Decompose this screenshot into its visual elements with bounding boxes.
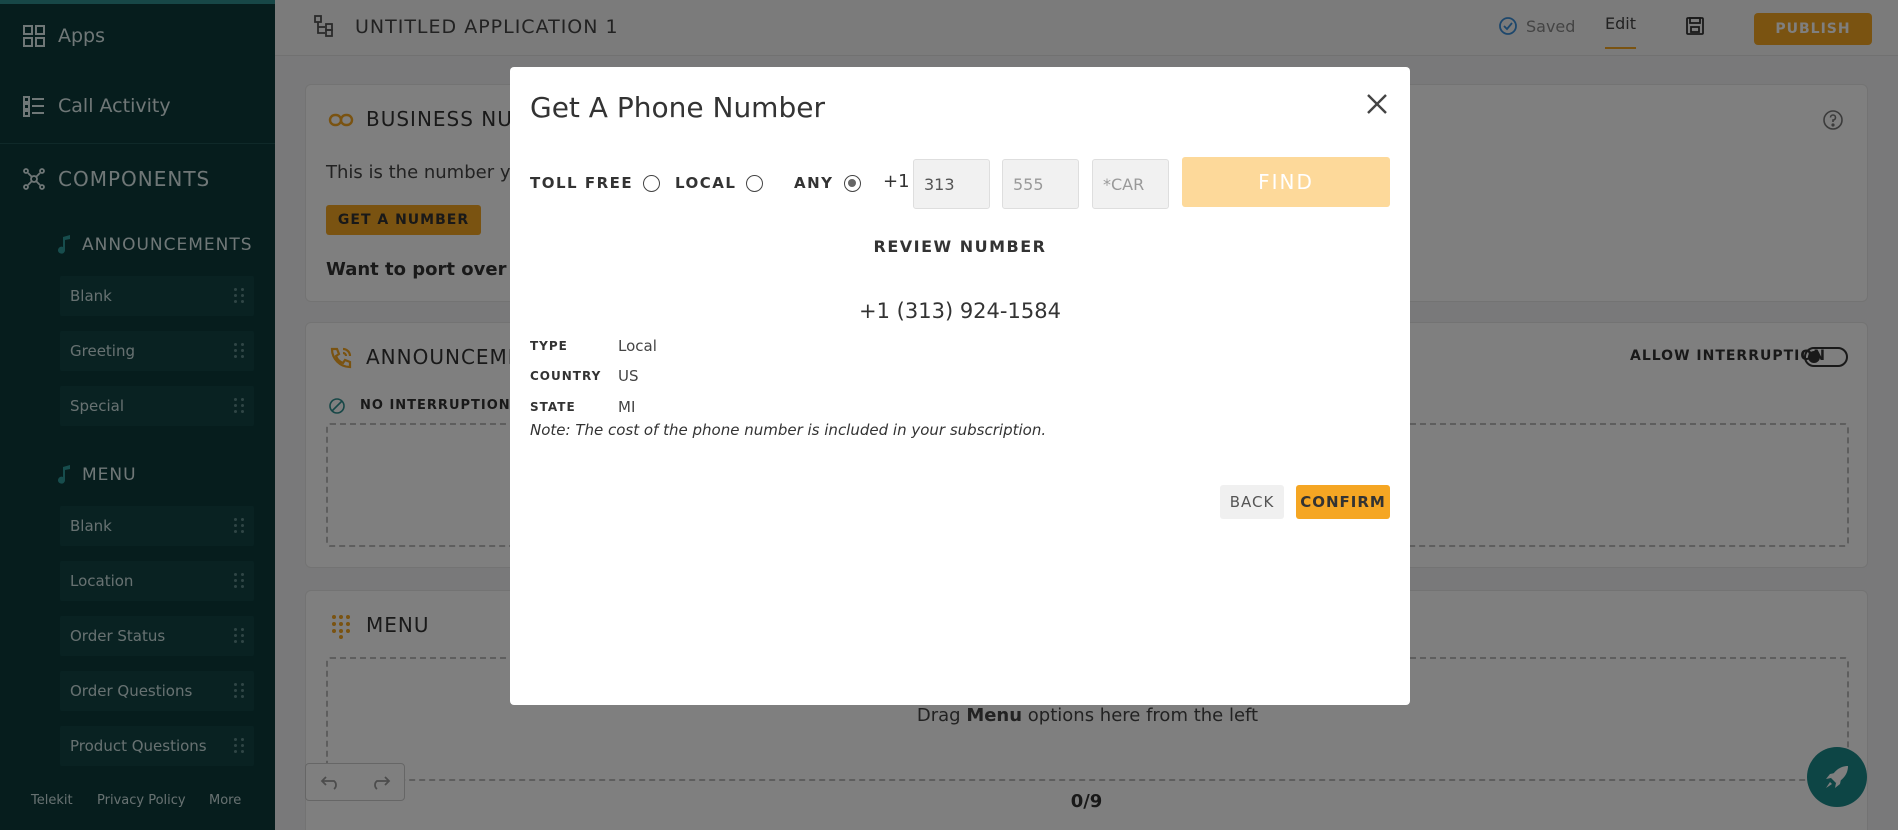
prefix-input[interactable]: 555 <box>1002 159 1079 209</box>
detail-value-type: Local <box>618 337 657 355</box>
radio-toll-free[interactable]: TOLL FREE <box>530 174 661 192</box>
dialog-title: Get A Phone Number <box>530 91 825 124</box>
detail-key-state: STATE <box>530 400 576 414</box>
confirm-button[interactable]: CONFIRM <box>1296 485 1390 519</box>
country-code: +1 <box>883 171 910 192</box>
radio-any[interactable]: ANY <box>794 174 861 192</box>
detail-value-country: US <box>618 367 639 385</box>
selected-phone-number: +1 (313) 924-1584 <box>859 299 1061 323</box>
detail-value-state: MI <box>618 398 636 416</box>
area-code-input[interactable]: 313 <box>913 159 990 209</box>
get-phone-number-dialog: Get A Phone Number TOLL FREE LOCAL ANY +… <box>510 67 1410 705</box>
close-icon[interactable] <box>1362 89 1392 119</box>
detail-key-type: TYPE <box>530 339 568 353</box>
radio-button[interactable] <box>643 174 661 192</box>
radio-button[interactable] <box>746 174 764 192</box>
back-button[interactable]: BACK <box>1220 485 1284 519</box>
subscription-note: Note: The cost of the phone number is in… <box>530 421 1047 439</box>
suffix-input[interactable]: *CAR <box>1092 159 1169 209</box>
find-button[interactable]: FIND <box>1182 157 1390 207</box>
radio-local[interactable]: LOCAL <box>675 174 764 192</box>
radio-button-selected[interactable] <box>843 174 861 192</box>
detail-key-country: COUNTRY <box>530 369 602 383</box>
review-number-heading: REVIEW NUMBER <box>873 237 1047 256</box>
